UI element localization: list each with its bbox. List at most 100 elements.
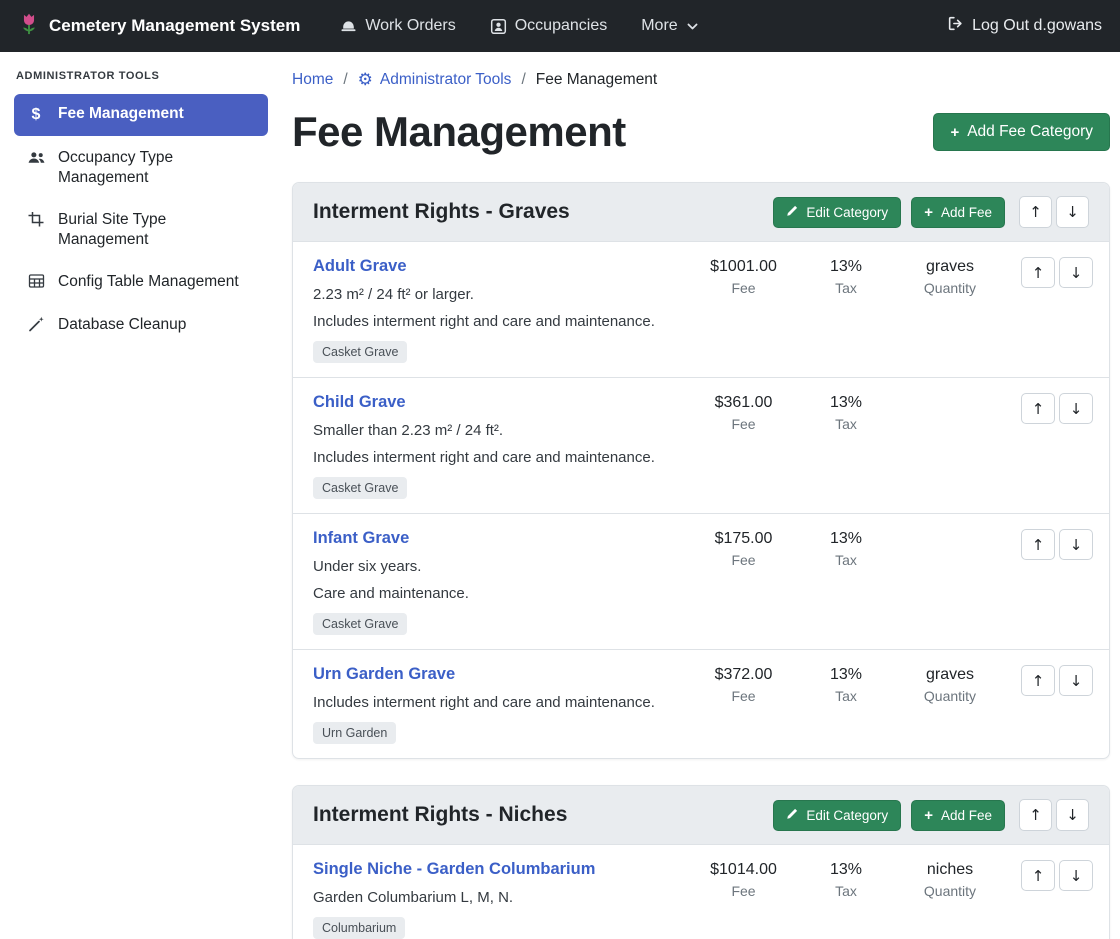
people-icon bbox=[26, 149, 46, 166]
fee-amount-value: $372.00 bbox=[686, 666, 801, 684]
sidebar-item-label: Fee Management bbox=[58, 104, 184, 124]
add-fee-category-label: Add Fee Category bbox=[967, 123, 1093, 141]
fee-type-badge: Casket Grave bbox=[313, 613, 407, 635]
fee-descriptions: Includes interment right and care and ma… bbox=[313, 694, 676, 711]
chevron-down-icon bbox=[686, 20, 699, 33]
logout-button[interactable]: Log Out d.gowans bbox=[947, 15, 1102, 37]
category-fee-list: Adult Grave 2.23 m² / 24 ft² or larger.I… bbox=[293, 242, 1109, 758]
sidebar-item-label: Occupancy Type Management bbox=[58, 148, 256, 188]
breadcrumb-section-label: Administrator Tools bbox=[380, 71, 512, 89]
sidebar-item-occupancy-type-management[interactable]: Occupancy Type Management bbox=[14, 138, 268, 198]
sidebar-item-config-table-management[interactable]: Config Table Management bbox=[14, 262, 268, 302]
fee-tax-column: 13% Tax bbox=[801, 860, 891, 899]
move-fee-up-button[interactable]: ↑ bbox=[1021, 860, 1055, 891]
fee-description-line: Care and maintenance. bbox=[313, 585, 676, 602]
fee-type-badge: Casket Grave bbox=[313, 341, 407, 363]
nav-item-work-orders[interactable]: Work Orders bbox=[340, 17, 455, 35]
tulip-logo-icon bbox=[18, 11, 40, 42]
nav-item-more[interactable]: More bbox=[641, 17, 698, 35]
dollar-icon: $ bbox=[26, 105, 46, 126]
sidebar: ADMINISTRATOR TOOLS $ Fee Management Occ… bbox=[0, 52, 280, 939]
fee-info: Urn Garden Grave Includes interment righ… bbox=[313, 665, 686, 744]
fee-amount-column: $175.00 Fee bbox=[686, 529, 801, 568]
category-fee-list: Single Niche - Garden Columbarium Garden… bbox=[293, 845, 1109, 939]
nav-label: Occupancies bbox=[515, 17, 608, 35]
fee-amount-column: $1001.00 Fee bbox=[686, 257, 801, 296]
edit-category-label: Edit Category bbox=[806, 205, 888, 220]
fee-name-link[interactable]: Infant Grave bbox=[313, 529, 409, 548]
hard-hat-icon bbox=[340, 18, 357, 35]
fee-type-badge: Casket Grave bbox=[313, 477, 407, 499]
fee-amount-value: $1014.00 bbox=[686, 861, 801, 879]
fee-amount-label: Fee bbox=[686, 688, 801, 704]
edit-category-label: Edit Category bbox=[806, 808, 888, 823]
fee-description-line: Garden Columbarium L, M, N. bbox=[313, 889, 676, 906]
fee-quantity-value: graves bbox=[891, 258, 1009, 276]
move-category-up-button[interactable]: ↑ bbox=[1019, 799, 1052, 831]
fee-amount-label: Fee bbox=[686, 883, 801, 899]
edit-category-button[interactable]: Edit Category bbox=[773, 800, 901, 831]
fee-quantity-label: Quantity bbox=[891, 688, 1009, 704]
fee-row: Child Grave Smaller than 2.23 m² / 24 ft… bbox=[293, 377, 1109, 513]
fee-row: Adult Grave 2.23 m² / 24 ft² or larger.I… bbox=[293, 242, 1109, 377]
edit-category-button[interactable]: Edit Category bbox=[773, 197, 901, 228]
fee-tax-column: 13% Tax bbox=[801, 529, 891, 568]
move-fee-down-button[interactable]: ↓ bbox=[1059, 860, 1093, 891]
gear-icon: ⚙ bbox=[358, 70, 373, 90]
fee-amount-column: $361.00 Fee bbox=[686, 393, 801, 432]
move-category-down-button[interactable]: ↓ bbox=[1056, 196, 1089, 228]
breadcrumb-home-link[interactable]: Home bbox=[292, 71, 333, 89]
fee-info: Adult Grave 2.23 m² / 24 ft² or larger.I… bbox=[313, 257, 686, 363]
add-fee-button[interactable]: + Add Fee bbox=[911, 800, 1005, 831]
plus-icon: + bbox=[924, 808, 933, 823]
magic-wand-icon bbox=[26, 316, 46, 332]
fee-name-link[interactable]: Urn Garden Grave bbox=[313, 665, 455, 684]
fee-name-link[interactable]: Adult Grave bbox=[313, 257, 407, 276]
fee-description-line: Under six years. bbox=[313, 558, 676, 575]
sidebar-item-burial-site-type-management[interactable]: Burial Site Type Management bbox=[14, 200, 268, 260]
category-title: Interment Rights - Graves bbox=[313, 200, 763, 224]
fee-row: Infant Grave Under six years. Care and ma… bbox=[293, 513, 1109, 649]
add-fee-category-button[interactable]: + Add Fee Category bbox=[933, 113, 1110, 151]
sidebar-item-fee-management[interactable]: $ Fee Management bbox=[14, 94, 268, 136]
fee-description-line: Includes interment right and care and ma… bbox=[313, 313, 676, 330]
sidebar-item-label: Database Cleanup bbox=[58, 315, 186, 335]
fee-descriptions: 2.23 m² / 24 ft² or larger.Includes inte… bbox=[313, 286, 676, 330]
fee-type-badge: Urn Garden bbox=[313, 722, 396, 744]
fee-name-link[interactable]: Single Niche - Garden Columbarium bbox=[313, 860, 595, 879]
move-fee-up-button[interactable]: ↑ bbox=[1021, 529, 1055, 560]
fee-quantity-value: niches bbox=[891, 861, 1009, 879]
fee-quantity-column: niches Quantity bbox=[891, 860, 1009, 899]
add-fee-button[interactable]: + Add Fee bbox=[911, 197, 1005, 228]
breadcrumb: Home / ⚙ Administrator Tools / Fee Manag… bbox=[292, 66, 1110, 92]
plus-icon: + bbox=[950, 125, 959, 140]
fee-quantity-column: graves Quantity bbox=[891, 665, 1009, 704]
nav-item-occupancies[interactable]: Occupancies bbox=[490, 17, 608, 35]
fee-category-card: Interment Rights - Graves Edit Category … bbox=[292, 182, 1110, 759]
fee-descriptions: Smaller than 2.23 m² / 24 ft².Includes i… bbox=[313, 422, 676, 466]
move-fee-down-button[interactable]: ↓ bbox=[1059, 665, 1093, 696]
fee-info: Infant Grave Under six years. Care and ma… bbox=[313, 529, 686, 635]
fee-row: Urn Garden Grave Includes interment righ… bbox=[293, 649, 1109, 758]
sidebar-item-label: Config Table Management bbox=[58, 272, 239, 292]
move-fee-up-button[interactable]: ↑ bbox=[1021, 665, 1055, 696]
logout-label: Log Out d.gowans bbox=[972, 17, 1102, 35]
category-header: Interment Rights - Graves Edit Category … bbox=[293, 183, 1109, 242]
breadcrumb-admin-tools-link[interactable]: ⚙ Administrator Tools bbox=[358, 70, 512, 90]
table-icon bbox=[26, 273, 46, 289]
app-brand: Cemetery Management System bbox=[18, 11, 300, 42]
move-fee-down-button[interactable]: ↓ bbox=[1059, 529, 1093, 560]
move-fee-up-button[interactable]: ↑ bbox=[1021, 393, 1055, 424]
fee-type-badge: Columbarium bbox=[313, 917, 405, 939]
pencil-icon bbox=[786, 205, 798, 220]
move-category-down-button[interactable]: ↓ bbox=[1056, 799, 1089, 831]
sidebar-item-database-cleanup[interactable]: Database Cleanup bbox=[14, 305, 268, 345]
fee-descriptions: Garden Columbarium L, M, N. bbox=[313, 889, 676, 906]
move-category-up-button[interactable]: ↑ bbox=[1019, 196, 1052, 228]
fee-amount-value: $175.00 bbox=[686, 530, 801, 548]
breadcrumb-separator: / bbox=[343, 71, 347, 89]
move-fee-down-button[interactable]: ↓ bbox=[1059, 257, 1093, 288]
move-fee-up-button[interactable]: ↑ bbox=[1021, 257, 1055, 288]
move-fee-down-button[interactable]: ↓ bbox=[1059, 393, 1093, 424]
fee-name-link[interactable]: Child Grave bbox=[313, 393, 406, 412]
